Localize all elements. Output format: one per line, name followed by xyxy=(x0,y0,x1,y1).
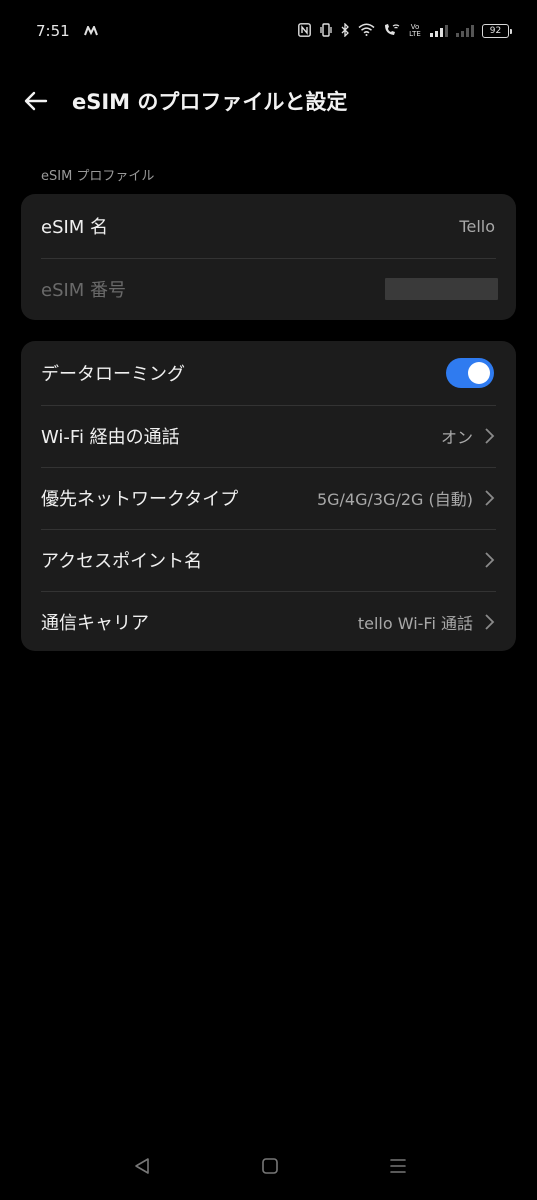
wifi-calling-value-wrap: オン xyxy=(441,424,495,448)
chevron-right-icon xyxy=(485,614,495,630)
back-arrow-icon xyxy=(24,91,48,111)
row-divider xyxy=(41,405,496,406)
wifi-calling-row[interactable]: Wi-Fi 経由の通話 オン xyxy=(21,405,516,467)
toggle-knob xyxy=(468,362,490,384)
nav-back-icon xyxy=(135,1158,149,1174)
row-divider xyxy=(41,467,496,468)
access-point-name-value-wrap xyxy=(473,551,495,569)
nfc-icon xyxy=(298,22,311,40)
screen: 7:51 Vo LTE 92 eSIM のプロファイルと設定 eSIM プロファ… xyxy=(0,0,537,1200)
esim-name-label: eSIM 名 xyxy=(41,217,109,238)
signal-icon-sim2 xyxy=(456,25,474,37)
data-roaming-row[interactable]: データローミング xyxy=(21,341,516,405)
wifi-icon xyxy=(358,23,375,39)
back-button[interactable] xyxy=(0,70,70,132)
section-label-esim-profile: eSIM プロファイル xyxy=(41,169,155,184)
m-app-icon xyxy=(83,22,98,40)
carrier-row[interactable]: 通信キャリア tello Wi-Fi 通話 xyxy=(21,591,516,653)
preferred-network-value: 5G/4G/3G/2G (自動) xyxy=(316,490,473,509)
status-time: 7:51 xyxy=(36,22,70,40)
esim-profile-card: eSIM 名 Tello eSIM 番号 xyxy=(21,194,516,320)
app-header: eSIM のプロファイルと設定 xyxy=(0,70,537,132)
carrier-label: 通信キャリア xyxy=(41,613,149,634)
nav-home-button[interactable] xyxy=(258,1154,282,1178)
wifi-calling-value: オン xyxy=(440,428,473,447)
chevron-right-icon xyxy=(485,552,495,568)
data-roaming-label: データローミング xyxy=(41,364,185,385)
battery-icon: 92 xyxy=(482,24,512,38)
data-roaming-toggle[interactable] xyxy=(446,358,494,388)
row-divider xyxy=(41,591,496,592)
battery-level: 92 xyxy=(489,26,502,36)
preferred-network-value-wrap: 5G/4G/3G/2G (自動) xyxy=(317,486,495,510)
esim-name-row[interactable]: eSIM 名 Tello xyxy=(21,194,516,258)
esim-number-row: eSIM 番号 xyxy=(21,258,516,320)
esim-name-value: Tello xyxy=(459,216,495,236)
status-bar: 7:51 Vo LTE 92 xyxy=(0,0,537,62)
chevron-right-icon xyxy=(485,490,495,506)
esim-number-label: eSIM 番号 xyxy=(41,280,127,301)
carrier-value: tello Wi-Fi 通話 xyxy=(357,614,473,633)
system-nav-bar xyxy=(0,1140,537,1200)
access-point-name-row[interactable]: アクセスポイント名 xyxy=(21,529,516,591)
preferred-network-row[interactable]: 優先ネットワークタイプ 5G/4G/3G/2G (自動) xyxy=(21,467,516,529)
nav-back-button[interactable] xyxy=(130,1154,154,1178)
chevron-right-icon xyxy=(485,428,495,444)
volte-icon: Vo LTE xyxy=(409,23,421,38)
wifi-calling-label: Wi-Fi 経由の通話 xyxy=(41,427,180,448)
signal-icon-sim1 xyxy=(430,25,448,37)
nav-home-icon xyxy=(262,1158,278,1174)
wifi-calling-icon xyxy=(383,23,400,40)
preferred-network-label: 優先ネットワークタイプ xyxy=(41,489,239,510)
esim-settings-card: データローミング Wi-Fi 経由の通話 オン 優先ネットワークタイプ 5G/4… xyxy=(21,341,516,651)
access-point-name-label: アクセスポイント名 xyxy=(41,551,203,572)
nav-recents-icon xyxy=(390,1159,406,1173)
esim-number-redacted xyxy=(385,278,498,300)
page-title: eSIM のプロファイルと設定 xyxy=(72,90,348,114)
row-divider xyxy=(41,258,496,259)
vibrate-icon xyxy=(319,22,333,40)
row-divider xyxy=(41,529,496,530)
bluetooth-icon xyxy=(341,21,350,40)
carrier-value-wrap: tello Wi-Fi 通話 xyxy=(358,610,495,634)
nav-recents-button[interactable] xyxy=(386,1154,410,1178)
